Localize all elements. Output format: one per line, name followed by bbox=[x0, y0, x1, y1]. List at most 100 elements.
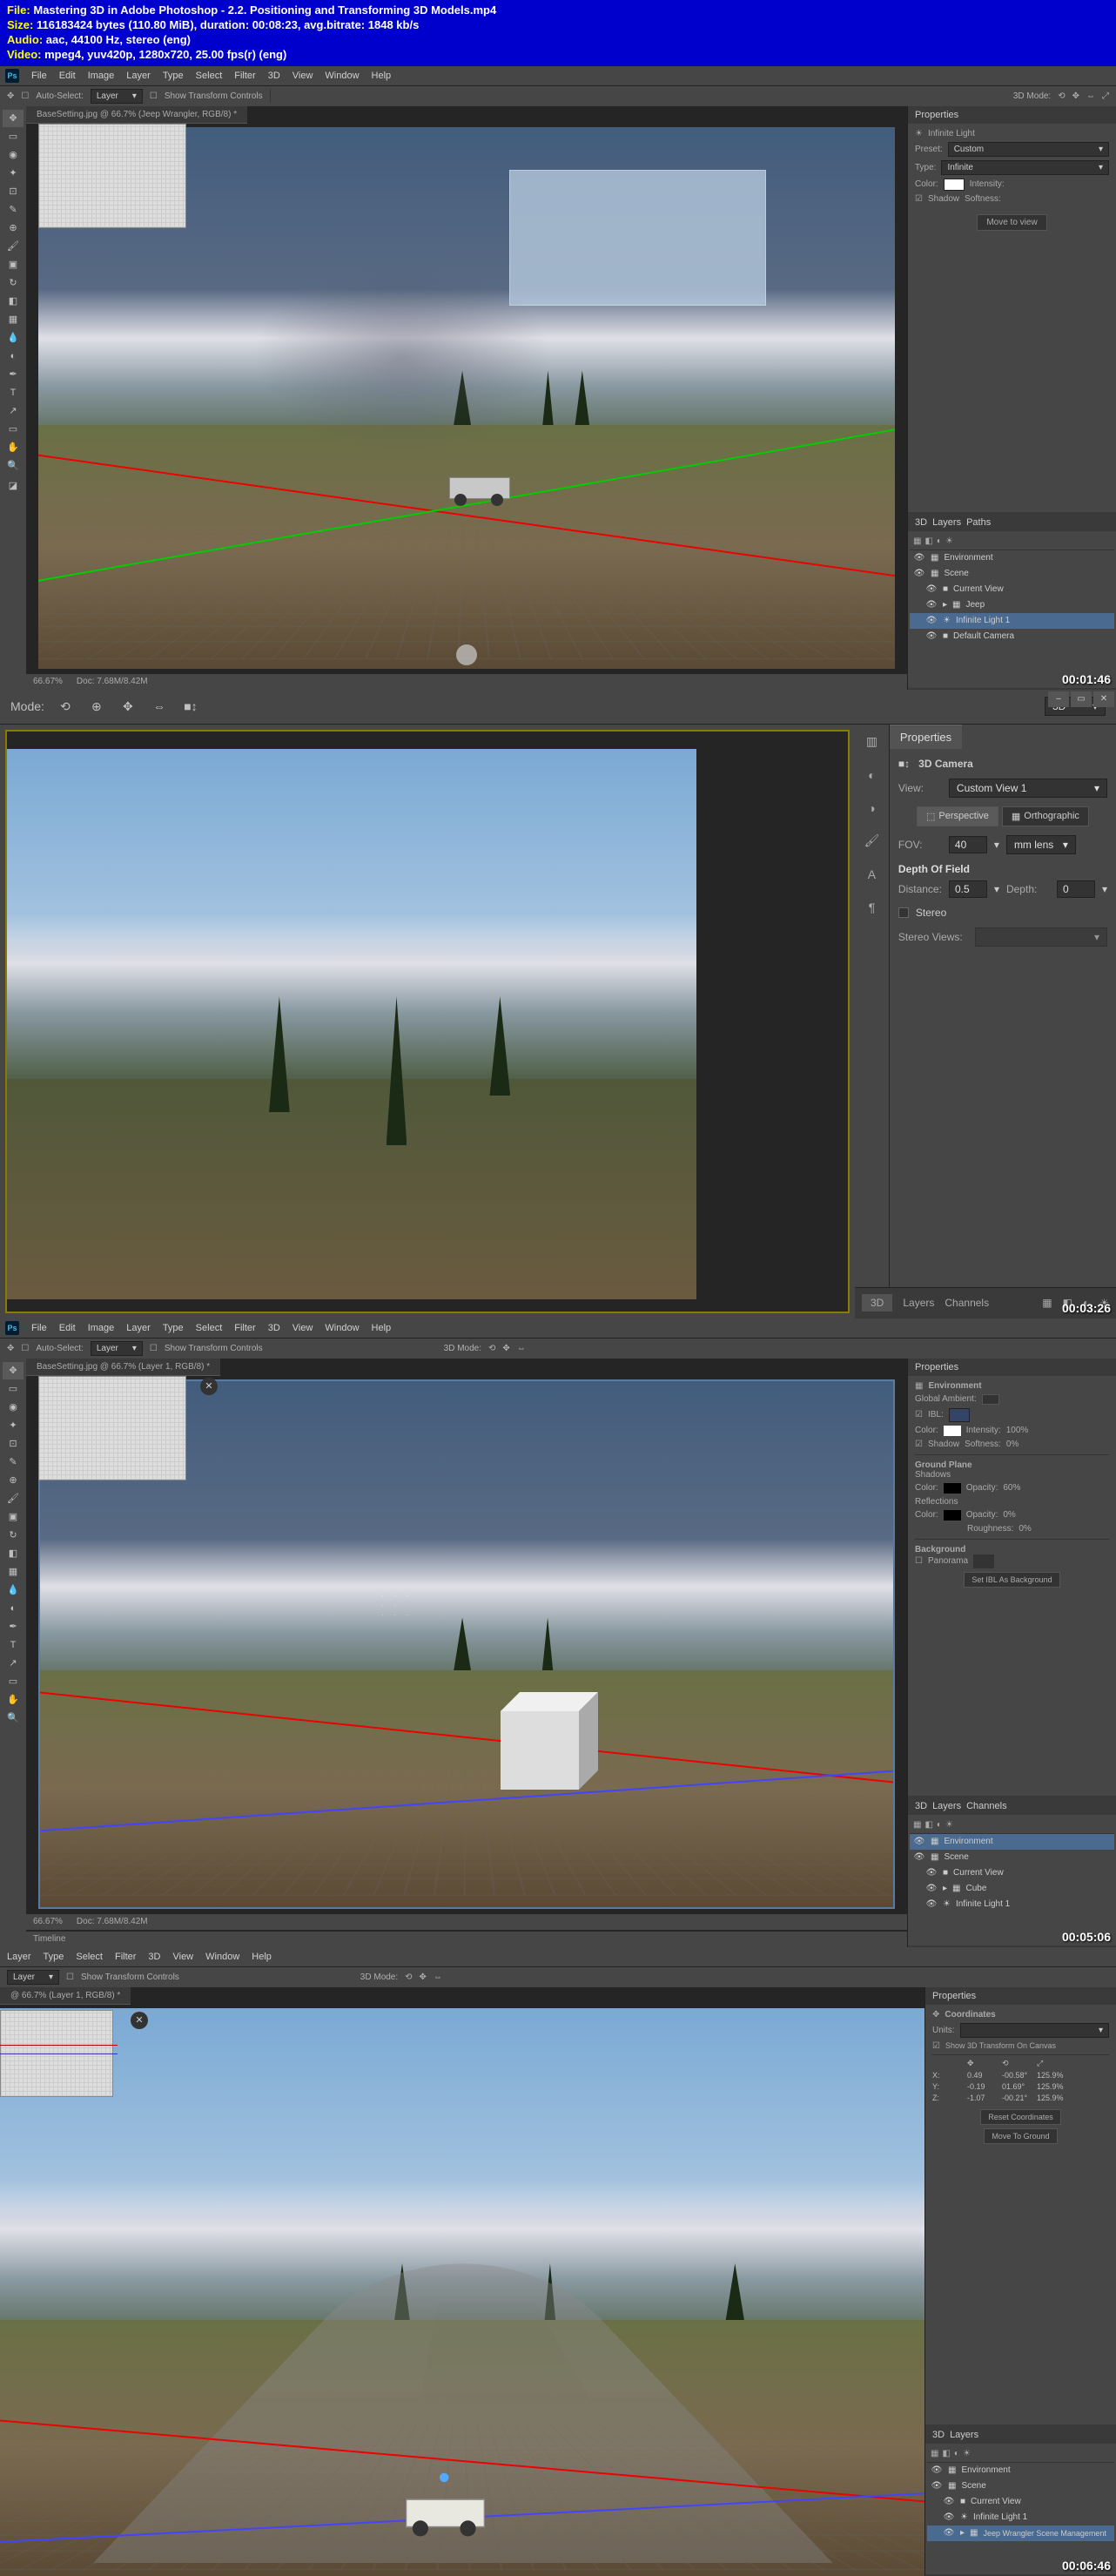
menu-help[interactable]: Help bbox=[252, 1952, 272, 1962]
type-tool[interactable]: T bbox=[3, 1636, 24, 1654]
slide-icon[interactable]: ⇔ bbox=[434, 1972, 442, 1982]
document-tab[interactable]: BaseSetting.jpg @ 66.7% (Layer 1, RGB/8)… bbox=[26, 1359, 220, 1376]
pan-icon[interactable]: ✥ bbox=[420, 1972, 427, 1982]
zoom-icon[interactable]: ■↕ bbox=[180, 696, 201, 717]
z-rot[interactable]: -00.21° bbox=[1002, 2094, 1033, 2102]
properties-tab[interactable]: Properties bbox=[915, 1362, 958, 1372]
adjustments-icon[interactable]: ◑ bbox=[858, 798, 884, 819]
stamp-tool[interactable]: ▣ bbox=[3, 256, 24, 273]
intensity-value[interactable]: 100% bbox=[1006, 1426, 1029, 1435]
move-tool[interactable]: ✥ bbox=[3, 1362, 24, 1379]
filter-icon-1[interactable]: ▦ bbox=[1042, 1297, 1052, 1309]
layer-scene[interactable]: 👁▦Scene bbox=[927, 2478, 1114, 2494]
menu-3d[interactable]: 3D bbox=[268, 71, 280, 81]
blur-tool[interactable]: 💧 bbox=[3, 329, 24, 347]
slide-icon[interactable]: ⇔ bbox=[149, 696, 170, 717]
document-tab[interactable]: BaseSetting.jpg @ 66.7% (Jeep Wrangler, … bbox=[26, 106, 247, 124]
ibl-thumb[interactable] bbox=[949, 1408, 970, 1422]
layer-environment[interactable]: 👁▦Environment bbox=[927, 2463, 1114, 2478]
filter-all-icon[interactable]: ▦ bbox=[931, 2449, 938, 2458]
stereo-checkbox[interactable] bbox=[898, 907, 909, 918]
eyedropper-tool[interactable]: ✎ bbox=[3, 1453, 24, 1471]
auto-select-dropdown[interactable]: Layer▾ bbox=[7, 1970, 59, 1985]
menu-image[interactable]: Image bbox=[88, 1323, 115, 1333]
zoom-tool[interactable]: 🔍 bbox=[3, 1709, 24, 1727]
menu-window[interactable]: Window bbox=[325, 71, 359, 81]
menu-file[interactable]: File bbox=[31, 71, 47, 81]
layer-current-view[interactable]: 👁■Current View bbox=[910, 582, 1114, 597]
secondary-view-close[interactable]: ✕ bbox=[200, 1378, 218, 1395]
menu-select[interactable]: Select bbox=[76, 1952, 103, 1962]
light-widget[interactable]: · · ·· ·· · · bbox=[381, 1591, 413, 1620]
reset-coords-button[interactable]: Reset Coordinates bbox=[980, 2109, 1061, 2125]
menu-window[interactable]: Window bbox=[325, 1323, 359, 1333]
move-to-view-button[interactable]: Move to view bbox=[977, 214, 1046, 231]
menu-filter[interactable]: Filter bbox=[234, 1323, 255, 1333]
filter-all-icon[interactable]: ▦ bbox=[913, 536, 921, 546]
menu-layer[interactable]: Layer bbox=[126, 1323, 151, 1333]
layer-environment[interactable]: 👁▦Environment bbox=[910, 1834, 1114, 1850]
lasso-tool[interactable]: ◉ bbox=[3, 1399, 24, 1416]
3d-tab[interactable]: 3D bbox=[915, 1801, 927, 1811]
fov-unit-dropdown[interactable]: mm lens▾ bbox=[1006, 835, 1076, 854]
menu-filter[interactable]: Filter bbox=[234, 71, 255, 81]
zoom-level[interactable]: 66.67% bbox=[33, 1917, 63, 1926]
depth-input[interactable] bbox=[1057, 880, 1095, 898]
pen-tool[interactable]: ✒ bbox=[3, 1618, 24, 1635]
histogram-icon[interactable]: ▥ bbox=[858, 732, 884, 752]
3d-tab[interactable]: 3D bbox=[932, 2430, 945, 2440]
menu-type[interactable]: Type bbox=[44, 1952, 64, 1962]
set-ibl-button[interactable]: Set IBL As Background bbox=[964, 1572, 1059, 1588]
move-to-ground-button[interactable]: Move To Ground bbox=[984, 2128, 1057, 2144]
stamp-tool[interactable]: ▣ bbox=[3, 1508, 24, 1526]
auto-select-dropdown[interactable]: Layer▾ bbox=[91, 1341, 143, 1356]
shape-tool[interactable]: ▭ bbox=[3, 1673, 24, 1690]
layers-tab[interactable]: Layers bbox=[950, 2430, 978, 2440]
menu-3d[interactable]: 3D bbox=[148, 1952, 160, 1962]
properties-tab[interactable]: Properties bbox=[890, 725, 962, 749]
menu-window[interactable]: Window bbox=[205, 1952, 239, 1962]
document-tab[interactable]: @ 66.7% (Layer 1, RGB/8) * bbox=[0, 1987, 131, 2005]
filter-mesh-icon[interactable]: ◧ bbox=[924, 1820, 932, 1830]
canvas-area[interactable]: BaseSetting.jpg @ 66.7% (Jeep Wrangler, … bbox=[26, 106, 907, 690]
eraser-tool[interactable]: ◧ bbox=[3, 293, 24, 310]
layer-current-view[interactable]: 👁■Current View bbox=[927, 2494, 1114, 2510]
gradient-tool[interactable]: ▦ bbox=[3, 311, 24, 328]
marquee-tool[interactable]: ▭ bbox=[3, 128, 24, 145]
roughness-value[interactable]: 0% bbox=[1019, 1524, 1031, 1534]
3d-tab[interactable]: 3D bbox=[862, 1294, 892, 1312]
secondary-view[interactable] bbox=[38, 1376, 186, 1480]
filter-light-icon[interactable]: ☀ bbox=[945, 1820, 953, 1830]
jeep-model[interactable] bbox=[406, 2480, 496, 2537]
channels-tab[interactable]: Channels bbox=[966, 1801, 1006, 1811]
orthographic-button[interactable]: ▦Orthographic bbox=[1002, 806, 1089, 826]
cube-model[interactable] bbox=[501, 1703, 579, 1781]
menu-filter[interactable]: Filter bbox=[115, 1952, 136, 1962]
slide-icon[interactable]: ⇔ bbox=[1086, 91, 1095, 101]
shadow-check[interactable]: Shadow bbox=[928, 194, 959, 204]
perspective-button[interactable]: ⬚Perspective bbox=[917, 806, 998, 826]
properties-tab[interactable]: Properties bbox=[932, 1991, 976, 2001]
layer-jeep[interactable]: 👁▸▦Jeep bbox=[910, 597, 1114, 613]
wand-tool[interactable]: ✦ bbox=[3, 165, 24, 182]
history-brush-tool[interactable]: ↻ bbox=[3, 1527, 24, 1544]
fov-input[interactable] bbox=[949, 836, 987, 853]
z-scale[interactable]: 125.9% bbox=[1037, 2094, 1068, 2102]
eyedropper-tool[interactable]: ✎ bbox=[3, 201, 24, 219]
menu-file[interactable]: File bbox=[31, 1323, 47, 1333]
wand-tool[interactable]: ✦ bbox=[3, 1417, 24, 1434]
orbit-icon[interactable]: ⟲ bbox=[1058, 91, 1065, 101]
filter-mat-icon[interactable]: ◐ bbox=[954, 2449, 959, 2458]
secondary-view[interactable] bbox=[38, 124, 186, 228]
layer-infinite-light[interactable]: 👁☀Infinite Light 1 bbox=[910, 613, 1114, 629]
filter-mat-icon[interactable]: ◐ bbox=[937, 1820, 942, 1830]
secondary-view-close[interactable]: ✕ bbox=[131, 2012, 148, 2029]
menu-select[interactable]: Select bbox=[196, 1323, 223, 1333]
menu-edit[interactable]: Edit bbox=[59, 1323, 76, 1333]
move-tool[interactable]: ✥ bbox=[3, 110, 24, 127]
layer-current-view[interactable]: 👁■Current View bbox=[910, 1865, 1114, 1881]
preset-dropdown[interactable]: Custom▾ bbox=[948, 142, 1109, 157]
light-card[interactable] bbox=[509, 170, 766, 306]
shadow-check[interactable]: Shadow bbox=[928, 1440, 959, 1449]
shape-tool[interactable]: ▭ bbox=[3, 421, 24, 438]
